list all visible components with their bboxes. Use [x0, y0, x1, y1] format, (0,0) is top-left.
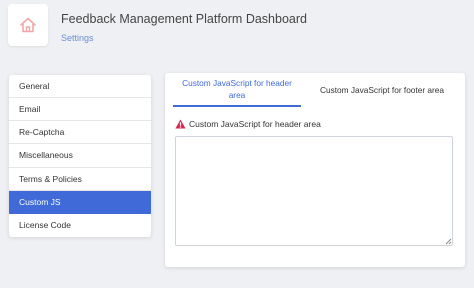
sidebar-item-custom-js[interactable]: Custom JS — [9, 190, 151, 214]
sidebar-item-miscellaneous[interactable]: Miscellaneous — [9, 144, 151, 168]
sidebar-item-email[interactable]: Email — [9, 98, 151, 122]
resize-handle-icon[interactable] — [444, 237, 452, 245]
breadcrumb-settings[interactable]: Settings — [61, 33, 94, 43]
settings-sidebar: General Email Re-Captcha Miscellaneous T… — [9, 75, 151, 237]
page-header: Feedback Management Platform Dashboard S… — [0, 0, 474, 58]
tab-footer-js[interactable]: Custom JavaScript for footer area — [307, 73, 457, 107]
field-label: Custom JavaScript for header area — [175, 119, 321, 129]
field-label-text: Custom JavaScript for header area — [189, 119, 321, 129]
sidebar-item-re-captcha[interactable]: Re-Captcha — [9, 121, 151, 145]
home-icon — [20, 17, 36, 33]
tab-header-js[interactable]: Custom JavaScript for header area — [173, 73, 301, 107]
sidebar-item-license-code[interactable]: License Code — [9, 214, 151, 237]
tab-bar: Custom JavaScript for header area Custom… — [165, 73, 465, 109]
sidebar-item-general[interactable]: General — [9, 75, 151, 99]
page-title: Feedback Management Platform Dashboard — [61, 12, 307, 26]
warning-icon — [175, 119, 186, 129]
app-logo[interactable] — [8, 4, 48, 46]
sidebar-item-terms-policies[interactable]: Terms & Policies — [9, 168, 151, 191]
header-js-textarea[interactable] — [175, 136, 453, 246]
custom-js-panel: Custom JavaScript for header area Custom… — [165, 73, 465, 267]
